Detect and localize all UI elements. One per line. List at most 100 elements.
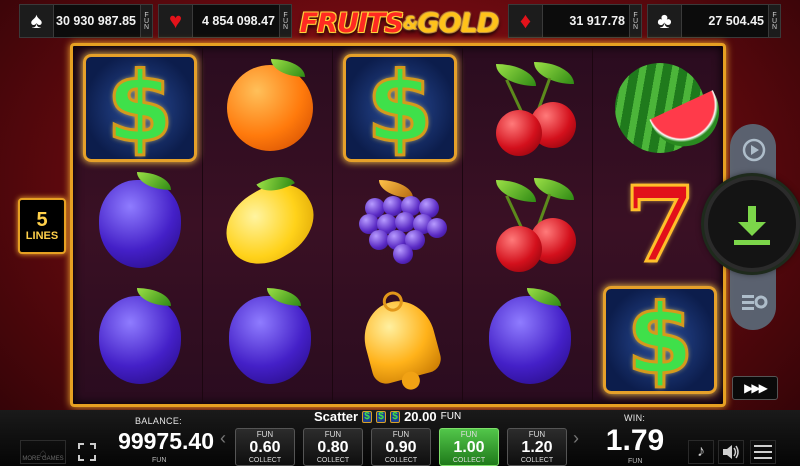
jackpot-value: 30 930 987.85	[56, 14, 136, 28]
scatter-symbol: $	[77, 50, 203, 166]
win-currency: FUN	[628, 458, 643, 465]
mini-scatter-icon: $	[362, 410, 373, 423]
heart-icon: ♥	[159, 5, 193, 37]
orange-symbol	[207, 50, 333, 166]
scatter-symbol: $	[337, 50, 463, 166]
win-label: WIN:	[624, 413, 646, 423]
autoplay-icon[interactable]	[738, 134, 770, 166]
plum-icon	[99, 288, 181, 384]
plum-symbol	[467, 282, 593, 398]
jackpot-value: 4 854 098.47	[202, 14, 275, 28]
bet-action: COLLECT	[248, 457, 282, 464]
jackpot-currency: FUN	[140, 5, 152, 37]
bell-icon	[356, 293, 444, 387]
bet-currency: FUN	[392, 430, 410, 439]
reel-3: $	[337, 46, 463, 404]
mini-scatter-icon: $	[376, 410, 387, 423]
game-logo: FRUITS & GOLD	[296, 4, 502, 42]
jackpot-heart: ♥ 4 854 098.47 FUN	[158, 4, 292, 38]
speaker-icon	[723, 445, 739, 459]
dollar-icon: $	[625, 283, 695, 398]
bet-currency: FUN	[528, 430, 546, 439]
logo-text-fruits: FRUITS	[299, 7, 404, 39]
bet-currency: FUN	[460, 430, 478, 439]
balance-currency: FUN	[152, 457, 167, 464]
orange-icon	[227, 59, 313, 151]
grapes-icon	[355, 180, 447, 264]
bet-button-5[interactable]: FUN 1.20 COLLECT	[507, 428, 567, 466]
plum-symbol	[207, 282, 333, 398]
bet-scroll-left-icon[interactable]: ‹	[220, 428, 226, 449]
balance-label: BALANCE:	[135, 416, 182, 426]
bet-action: COLLECT	[452, 457, 486, 464]
more-games-label: MORE GAMES	[22, 456, 64, 462]
bet-currency: FUN	[324, 430, 342, 439]
scatter-info: Scatter $ $ $ 20.00 FUN	[314, 409, 461, 424]
settings-icon[interactable]	[738, 286, 770, 318]
bet-button-3[interactable]: FUN 0.90 COLLECT	[371, 428, 431, 466]
balance-value: 99975.40	[118, 428, 214, 454]
jackpot-currency: FUN	[768, 5, 780, 37]
logo-text-gold: GOLD	[417, 7, 500, 39]
lemon-icon	[212, 167, 328, 278]
seven-icon: 7	[622, 161, 697, 287]
win-value: 1.79	[605, 424, 665, 457]
jackpot-spade: ♠ 30 930 987.85 FUN	[19, 4, 153, 38]
reel-area[interactable]: $ $ 7 $	[70, 43, 731, 407]
dollar-icon: $	[105, 51, 175, 166]
bet-value: 0.90	[385, 439, 417, 456]
bet-value: 1.20	[521, 439, 553, 456]
cherries-icon	[482, 176, 578, 272]
fast-forward-button[interactable]: ▶▶▶	[732, 376, 778, 400]
plum-symbol	[77, 166, 203, 282]
bet-button-2[interactable]: FUN 0.80 COLLECT	[303, 428, 363, 466]
scatter-value: 20.00	[404, 409, 437, 424]
watermelon-icon	[615, 63, 731, 158]
lemon-symbol	[207, 166, 333, 282]
fullscreen-icon	[78, 443, 96, 461]
menu-button[interactable]	[750, 440, 776, 464]
grapes-symbol	[337, 166, 463, 282]
fast-forward-icon: ▶▶▶	[744, 381, 768, 395]
cherries-icon	[482, 60, 578, 156]
lines-label: LINES	[25, 230, 59, 242]
music-icon: ♪	[697, 443, 705, 460]
plum-icon	[489, 288, 571, 384]
bet-value: 0.80	[317, 439, 349, 456]
lines-count: 5	[36, 209, 48, 231]
watermelon-symbol	[597, 50, 731, 166]
jackpot-value: 27 504.45	[708, 14, 764, 28]
bet-button-1[interactable]: FUN 0.60 COLLECT	[235, 428, 295, 466]
bet-value: 1.00	[453, 439, 485, 456]
hamburger-menu-icon	[754, 445, 772, 459]
bet-action: COLLECT	[316, 457, 350, 464]
fullscreen-button[interactable]	[75, 440, 99, 464]
jackpot-club: ♣ 27 504.45 FUN	[647, 4, 781, 38]
lines-indicator: 5 LINES	[18, 198, 66, 254]
sound-button[interactable]	[718, 440, 744, 464]
more-games-button[interactable]: ⌂ MORE GAMES	[20, 440, 66, 464]
plum-symbol	[77, 282, 203, 398]
mini-scatter-icon: $	[390, 410, 401, 423]
logo-ampersand: &	[402, 12, 419, 34]
bet-action: COLLECT	[520, 457, 554, 464]
reel-1: $	[77, 46, 203, 404]
bell-symbol	[337, 282, 463, 398]
bet-scroll-right-icon[interactable]: ›	[573, 428, 579, 449]
plum-icon	[99, 172, 181, 268]
club-icon: ♣	[648, 5, 682, 37]
bet-button-4[interactable]: FUN 1.00 COLLECT	[439, 428, 499, 466]
jackpot-currency: FUN	[629, 5, 641, 37]
jackpot-currency: FUN	[279, 5, 291, 37]
bet-currency: FUN	[256, 430, 274, 439]
scatter-symbol: $	[597, 282, 723, 398]
download-icon	[734, 206, 770, 245]
spade-icon: ♠	[20, 5, 54, 37]
reel-4	[467, 46, 593, 404]
diamond-icon: ♦	[509, 5, 543, 37]
jackpot-diamond: ♦ 31 917.78 FUN	[508, 4, 642, 38]
scatter-label: Scatter	[314, 409, 359, 424]
music-button[interactable]: ♪	[688, 440, 714, 464]
cherries-symbol	[467, 166, 593, 282]
download-button[interactable]	[704, 176, 800, 272]
